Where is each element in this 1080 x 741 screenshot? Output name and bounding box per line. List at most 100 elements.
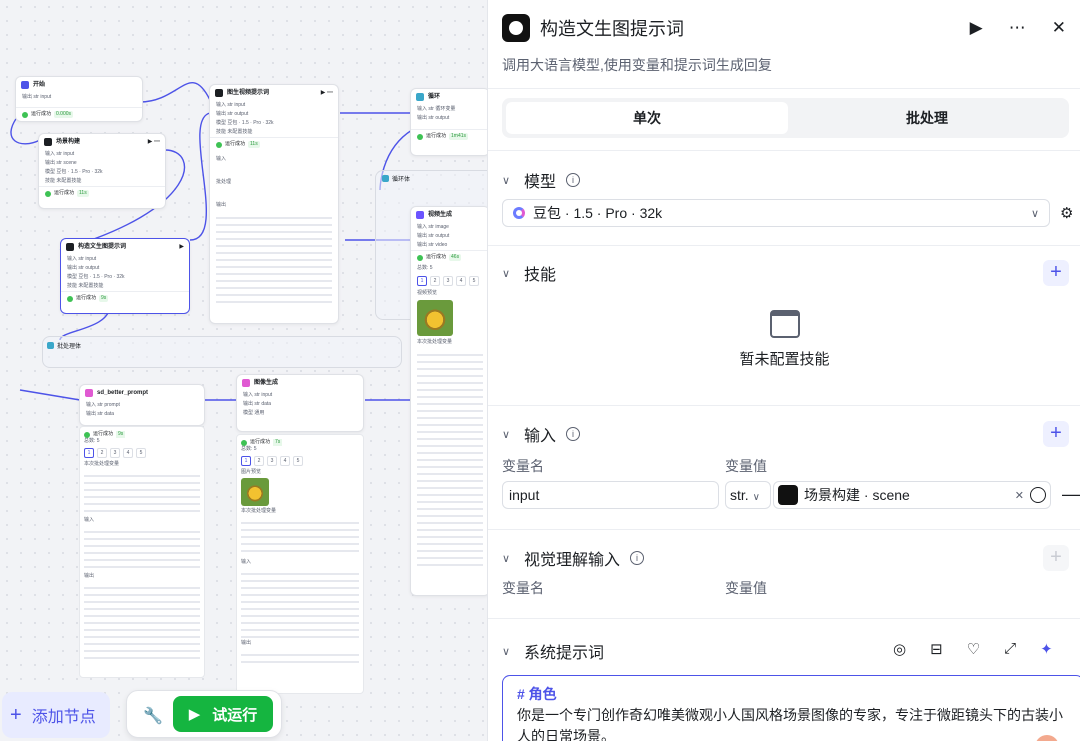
chevron-down-icon: ∨ bbox=[752, 492, 760, 503]
col-variable-value: 变量值 bbox=[725, 458, 767, 474]
lightbulb-icon[interactable]: ♡ bbox=[967, 640, 980, 658]
expand-icon[interactable]: ⤢ bbox=[1004, 640, 1016, 658]
col-variable-name: 变量名 bbox=[502, 458, 544, 474]
success-icon bbox=[22, 111, 28, 118]
pagination[interactable]: 12345 bbox=[241, 456, 359, 466]
empty-box-icon bbox=[769, 310, 800, 338]
model-section-header[interactable]: ∨ 模型 i bbox=[502, 168, 1069, 192]
divider bbox=[488, 405, 1080, 406]
system-prompt-tools: ◎ ⊟ ♡ ⤢ ✦ bbox=[893, 640, 1053, 658]
gear-icon[interactable]: ⚙ bbox=[1060, 204, 1073, 222]
divider bbox=[488, 150, 1080, 151]
loop-icon bbox=[416, 93, 424, 101]
video-gen-node[interactable]: 视频生成 输入 str image 输出 str output 输出 str v… bbox=[410, 206, 487, 596]
llm-icon bbox=[44, 138, 52, 146]
llm-node-icon bbox=[502, 14, 530, 42]
panel-title[interactable]: 构造文生图提示词 bbox=[540, 15, 684, 41]
pagination[interactable]: 12345 bbox=[411, 276, 487, 286]
info-icon[interactable]: i bbox=[630, 551, 645, 565]
scene-node-icon bbox=[778, 485, 798, 505]
chevron-down-icon: ∨ bbox=[1030, 207, 1039, 220]
system-prompt-section-header[interactable]: ∨ 系统提示词 bbox=[502, 639, 604, 663]
run-toolbar: 🔧 ▶ 试运行 bbox=[126, 690, 282, 738]
more-icon[interactable]: ⋯ bbox=[1009, 18, 1026, 38]
input-reference-field[interactable]: 场景构建 · scene ✕ bbox=[773, 481, 1051, 509]
skills-empty-state: 暂未配置技能 bbox=[488, 310, 1080, 369]
divider bbox=[488, 618, 1080, 619]
chevron-down-icon: ∨ bbox=[502, 428, 511, 441]
chevron-down-icon: ∨ bbox=[502, 174, 511, 187]
log-text bbox=[216, 212, 332, 307]
log-text bbox=[84, 526, 200, 571]
video-icon bbox=[416, 211, 424, 219]
system-prompt-editor[interactable]: # 角色 你是一个专门创作奇幻唯美微观小人国风格场景图像的专家，专注于微距镜头下… bbox=[502, 675, 1080, 741]
scene-node[interactable]: 场景构建 ▶ ⋯ 输入 str input 输出 str scene 模型 豆包 … bbox=[38, 133, 166, 209]
batch-body-title: 批处理体 bbox=[47, 341, 81, 350]
wrench-icon[interactable]: 🔧 bbox=[143, 706, 163, 726]
start-node[interactable]: 开始 输出 str input 运行成功 0.000s bbox=[15, 76, 143, 122]
prompt-node[interactable]: 构造文生图提示词 ▶ 输入 str input 输出 str output 模型 … bbox=[60, 238, 190, 314]
add-input-button[interactable]: + bbox=[1043, 421, 1069, 447]
doubao-icon bbox=[513, 207, 525, 219]
skills-section-header[interactable]: ∨ 技能 + bbox=[502, 260, 1069, 286]
play-icon[interactable]: ▶ bbox=[970, 18, 983, 38]
workflow-canvas[interactable]: 开始 输出 str input 运行成功 0.000s 场景构建 ▶ ⋯ 输入 st… bbox=[0, 0, 487, 741]
video-prompt-node[interactable]: 图生视频提示词 ▶ ⋯ 输入 str input 输出 str output 模型… bbox=[209, 84, 339, 324]
remove-input-button[interactable]: — bbox=[1062, 484, 1080, 505]
reference-picker-icon[interactable] bbox=[1030, 487, 1046, 503]
llm-icon bbox=[215, 89, 223, 97]
panel-description[interactable]: 调用大语言模型,使用变量和提示词生成回复 bbox=[502, 55, 772, 75]
close-icon[interactable]: ✕ bbox=[1052, 18, 1066, 38]
vision-input-section-header[interactable]: ∨ 视觉理解输入 i + bbox=[502, 545, 1069, 571]
loop-body-title: 循环体 bbox=[382, 174, 410, 183]
sd-prompt-node[interactable]: sd_better_prompt 输入 str prompt 输出 str da… bbox=[79, 384, 205, 426]
success-icon bbox=[84, 431, 90, 438]
plugin-icon bbox=[85, 389, 93, 397]
plus-icon: + bbox=[10, 703, 22, 726]
log-text bbox=[241, 649, 359, 663]
play-icon: ▶ bbox=[188, 706, 201, 723]
image-preview[interactable] bbox=[241, 478, 269, 506]
log-text bbox=[417, 349, 483, 569]
library-icon[interactable]: ⊟ bbox=[930, 640, 943, 658]
batch-body-container[interactable] bbox=[42, 336, 402, 368]
clear-icon[interactable]: ✕ bbox=[1015, 489, 1024, 502]
mode-tabs: 单次 批处理 bbox=[502, 98, 1069, 138]
divider bbox=[488, 529, 1080, 530]
add-node-button[interactable]: + 添加节点 bbox=[2, 692, 110, 738]
info-icon[interactable]: i bbox=[566, 173, 581, 187]
video-preview[interactable] bbox=[417, 300, 453, 336]
chevron-down-icon: ∨ bbox=[502, 267, 511, 280]
tab-batch[interactable]: 批处理 bbox=[786, 102, 1068, 134]
tab-single[interactable]: 单次 bbox=[506, 102, 788, 134]
image-gen-node[interactable]: 图像生成 输入 str input 输出 str data 模型 通用 bbox=[236, 374, 364, 432]
llm-icon bbox=[66, 243, 74, 251]
chevron-down-icon: ∨ bbox=[502, 552, 511, 565]
success-icon bbox=[67, 295, 73, 302]
success-icon bbox=[241, 439, 247, 446]
log-text bbox=[241, 517, 359, 557]
input-type-select[interactable]: str. ∨ bbox=[725, 481, 771, 509]
col-variable-value: 变量值 bbox=[725, 580, 767, 596]
test-run-button[interactable]: ▶ 试运行 bbox=[173, 696, 273, 732]
sd-run-result: 运行成功 9s 总数: 5 12345 本次批处理变量 输入 输出 bbox=[79, 426, 205, 678]
loop-node[interactable]: 循环 输入 str 循环变量 输出 str output 运行成功 1m41s bbox=[410, 88, 487, 156]
divider bbox=[488, 245, 1080, 246]
batch-body-icon bbox=[47, 342, 54, 349]
compass-icon[interactable]: ◎ bbox=[893, 640, 906, 658]
divider bbox=[488, 88, 1080, 89]
log-text bbox=[84, 470, 200, 515]
chevron-down-icon: ∨ bbox=[502, 645, 511, 658]
model-select[interactable]: 豆包 · 1.5 · Pro · 32k ∨ bbox=[502, 199, 1050, 227]
image-icon bbox=[242, 379, 250, 387]
input-section-header[interactable]: ∨ 输入 i + bbox=[502, 421, 1069, 447]
add-vision-input-button[interactable]: + bbox=[1043, 545, 1069, 571]
pagination[interactable]: 12345 bbox=[84, 448, 200, 458]
col-variable-name: 变量名 bbox=[502, 580, 544, 596]
success-icon bbox=[45, 190, 51, 197]
info-icon[interactable]: i bbox=[566, 427, 581, 441]
log-text bbox=[241, 568, 359, 638]
ai-sparkle-icon[interactable]: ✦ bbox=[1040, 640, 1053, 658]
add-skill-button[interactable]: + bbox=[1043, 260, 1069, 286]
input-variable-name-field[interactable]: input bbox=[502, 481, 719, 509]
